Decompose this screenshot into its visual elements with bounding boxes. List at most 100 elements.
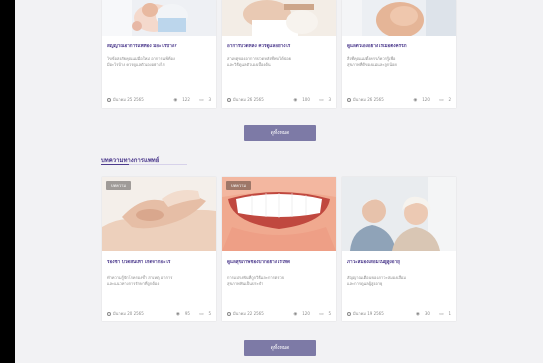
view-count: ◉ 100 [289, 97, 310, 103]
comments-value: 5 [208, 311, 211, 316]
excerpt-line: และการดูแลผู้สูงอายุ [347, 280, 383, 286]
comments-value: 2 [448, 97, 451, 102]
article-card[interactable]: ภาวะสมองเสื่อมในผู้สูงอายุ สัญญาณเตือนขอ… [342, 177, 456, 321]
publish-date: มีนาคม 19 2565 [347, 311, 384, 317]
comment-icon: ▭ [319, 98, 324, 103]
views-value: 100 [302, 97, 310, 102]
views-value: 95 [184, 311, 190, 316]
comment-icon: ▭ [199, 312, 204, 317]
article-excerpt: สิ่งที่คุณแม่ตั้งครรภ์ควรรู้เพื่อ สุขภาพ… [347, 56, 451, 67]
comment-count: ▭ 1 [435, 311, 451, 317]
comments-value: 1 [448, 311, 451, 316]
eye-icon: ◉ [173, 98, 178, 103]
eye-icon: ◉ [415, 312, 420, 317]
article-title[interactable]: ภาวะสมองเสื่อมในผู้สูงอายุ [347, 260, 451, 266]
eye-icon: ◉ [413, 98, 418, 103]
excerpt-line: และแนวทางการรักษาที่ถูกต้อง [107, 280, 160, 286]
comment-icon: ▭ [439, 98, 444, 103]
article-stats: ◉ 30 ▭ 1 [408, 311, 451, 318]
publish-date: มีนาคม 26 2565 [227, 97, 264, 103]
view-count: ◉ 30 [412, 311, 430, 317]
excerpt-line: สุขภาพที่ดีของแม่และลูกน้อย [347, 61, 397, 67]
article-thumbnail[interactable] [102, 0, 216, 36]
article-title[interactable]: สัญญาณอาการแพ้ท้อง มีอะไรบ้าง? [107, 44, 211, 50]
comments-value: 3 [208, 97, 211, 102]
comment-count: ▭ 5 [315, 311, 331, 317]
view-count: ◉ 120 [289, 311, 310, 317]
views-value: 120 [302, 311, 310, 316]
view-count: ◉ 122 [169, 97, 190, 103]
view-all-button[interactable]: ดูทั้งหมด [244, 125, 316, 141]
date-text: มีนาคม 22 2565 [233, 311, 264, 316]
article-meta: มีนาคม 26 2565 ◉ 100 ▭ 3 [227, 97, 331, 103]
article-card[interactable]: ดูแลตัวเองอย่างไรเมื่อตั้งครรภ์ สิ่งที่ค… [342, 0, 456, 108]
article-stats: ◉ 120 ▭ 2 [405, 97, 451, 104]
article-stats: ◉ 122 ▭ 3 [165, 97, 211, 104]
clock-icon [227, 312, 231, 316]
date-text: มีนาคม 25 2565 [113, 97, 144, 102]
excerpt-line: และวิธีดูแลตัวเองเบื้องต้น [227, 61, 271, 67]
publish-date: มีนาคม 22 2565 [227, 311, 264, 317]
article-card[interactable]: บทความ ดูแลสุขภาพช่องปากอย่างไรให้ดี การ… [222, 177, 336, 321]
article-card[interactable]: บทความ รองช้ำ ปวดส้นเท้า เกิดจากอะไร ทำค… [102, 177, 216, 321]
article-meta: มีนาคม 20 2565 ◉ 95 ▭ 5 [107, 311, 211, 317]
article-excerpt: การแปรงฟันที่ถูกวิธีและการตรวจ สุขภาพฟัน… [227, 275, 331, 286]
article-title[interactable]: อาการปวดหลัง ควรดูแลอย่างไร [227, 44, 331, 50]
page: สัญญาณอาการแพ้ท้อง มีอะไรบ้าง? ไขข้อสงสั… [15, 0, 543, 363]
publish-date: มีนาคม 26 2565 [347, 97, 384, 103]
clock-icon [347, 98, 351, 102]
views-value: 120 [422, 97, 430, 102]
comment-count: ▭ 3 [315, 97, 331, 103]
date-text: มีนาคม 20 2565 [113, 311, 144, 316]
section-divider-accent [101, 164, 129, 165]
article-title[interactable]: ดูแลตัวเองอย่างไรเมื่อตั้งครรภ์ [347, 44, 451, 50]
view-count: ◉ 120 [409, 97, 430, 103]
eye-icon: ◉ [293, 98, 298, 103]
clock-icon [107, 312, 111, 316]
category-tag[interactable]: บทความ [106, 181, 131, 190]
article-card[interactable]: อาการปวดหลัง ควรดูแลอย่างไร สาเหตุของอาก… [222, 0, 336, 108]
article-excerpt: ทำความรู้จักโรครองช้ำ สาเหตุ อาการ และแน… [107, 275, 211, 286]
comment-count: ▭ 2 [435, 97, 451, 103]
publish-date: มีนาคม 20 2565 [107, 311, 144, 317]
views-value: 122 [182, 97, 190, 102]
comment-icon: ▭ [319, 312, 324, 317]
date-text: มีนาคม 26 2565 [233, 97, 264, 102]
article-stats: ◉ 120 ▭ 5 [285, 311, 331, 318]
article-thumbnail[interactable] [222, 0, 336, 36]
article-thumbnail[interactable] [342, 0, 456, 36]
excerpt-line: มีอะไรบ้าง ควรดูแลตัวเองอย่างไร [107, 61, 165, 67]
clock-icon [107, 98, 111, 102]
article-meta: มีนาคม 19 2565 ◉ 30 ▭ 1 [347, 311, 451, 317]
article-stats: ◉ 100 ▭ 3 [285, 97, 331, 104]
article-meta: มีนาคม 25 2565 ◉ 122 ▭ 3 [107, 97, 211, 103]
article-meta: มีนาคม 26 2565 ◉ 120 ▭ 2 [347, 97, 451, 103]
comment-icon: ▭ [439, 312, 444, 317]
article-title[interactable]: รองช้ำ ปวดส้นเท้า เกิดจากอะไร [107, 260, 211, 266]
comment-icon: ▭ [199, 98, 204, 103]
publish-date: มีนาคม 25 2565 [107, 97, 144, 103]
comment-count: ▭ 3 [195, 97, 211, 103]
article-excerpt: สาเหตุของอาการปวดหลังที่พบได้บ่อย และวิธ… [227, 56, 331, 67]
article-thumbnail[interactable] [342, 177, 456, 251]
date-text: มีนาคม 19 2565 [353, 311, 384, 316]
article-thumbnail[interactable]: บทความ [102, 177, 216, 251]
article-excerpt: ไขข้อสงสัยคุณแม่มือใหม่ อาการแพ้ท้อง มีอ… [107, 56, 211, 67]
article-excerpt: สัญญาณเตือนของภาวะสมองเสื่อม และการดูแลผ… [347, 275, 451, 286]
category-tag[interactable]: บทความ [226, 181, 251, 190]
article-thumbnail[interactable]: บทความ [222, 177, 336, 251]
clock-icon [347, 312, 351, 316]
view-all-button[interactable]: ดูทั้งหมด [244, 340, 316, 356]
article-meta: มีนาคม 22 2565 ◉ 120 ▭ 5 [227, 311, 331, 317]
comments-value: 3 [328, 97, 331, 102]
eye-icon: ◉ [175, 312, 180, 317]
eye-icon: ◉ [293, 312, 298, 317]
comments-value: 5 [328, 311, 331, 316]
comment-count: ▭ 5 [195, 311, 211, 317]
view-count: ◉ 95 [172, 311, 190, 317]
clock-icon [227, 98, 231, 102]
article-title[interactable]: ดูแลสุขภาพช่องปากอย่างไรให้ดี [227, 260, 331, 266]
views-value: 30 [424, 311, 430, 316]
article-card[interactable]: สัญญาณอาการแพ้ท้อง มีอะไรบ้าง? ไขข้อสงสั… [102, 0, 216, 108]
excerpt-line: สุขภาพฟันเป็นประจำ [227, 280, 264, 286]
